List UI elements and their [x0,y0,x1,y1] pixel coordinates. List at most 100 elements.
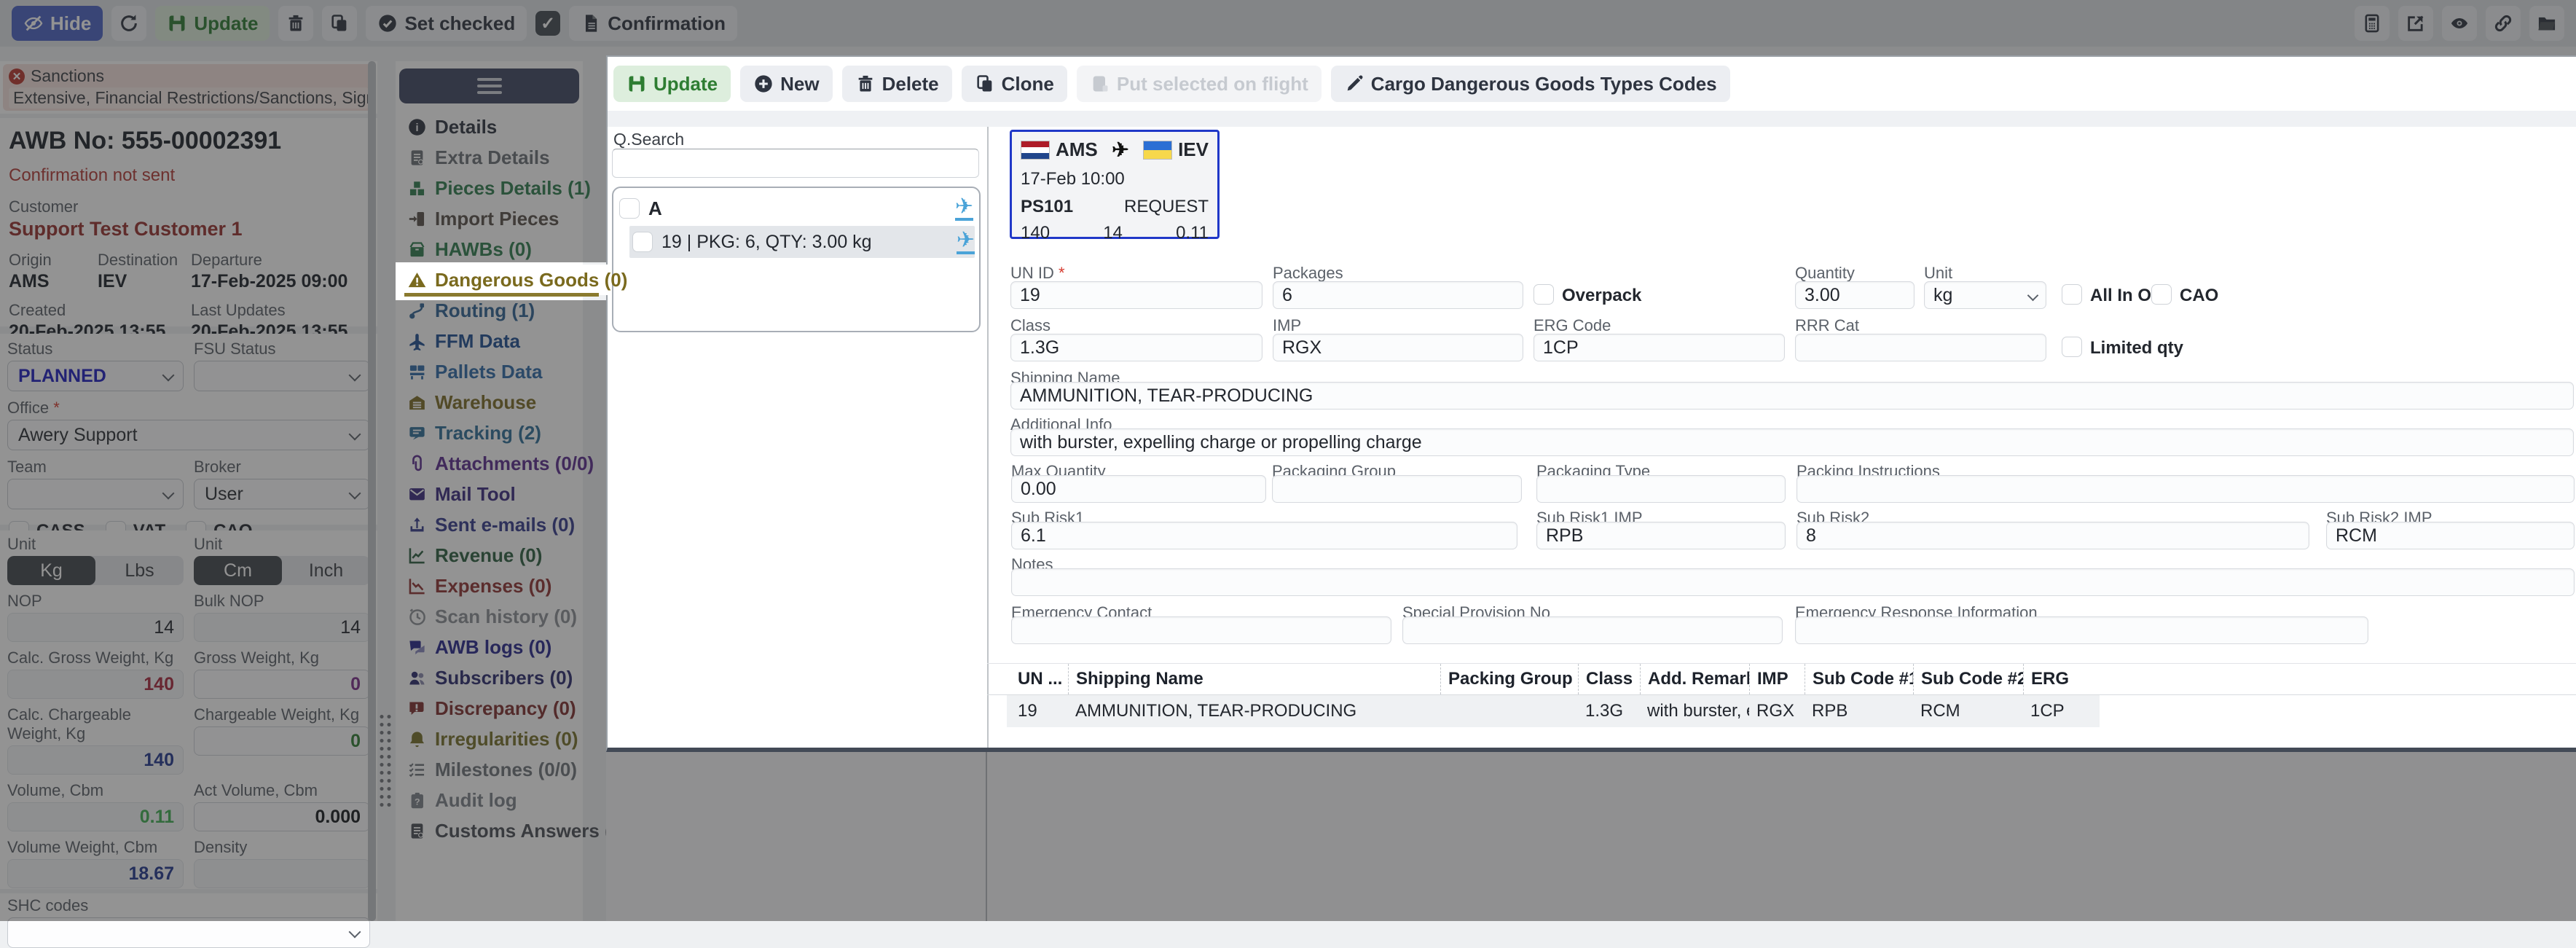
gross-field[interactable]: 0 [194,670,370,699]
dg-clone-button[interactable]: Clone [961,66,1067,102]
dg-delete-button[interactable]: Delete [841,66,952,102]
limited-qty-checkbox[interactable] [2062,337,2082,357]
quantity-input[interactable]: 3.00 [1795,281,1915,309]
customer-value[interactable]: Support Test Customer 1 [9,218,369,240]
view-button[interactable] [2442,6,2477,41]
export-button[interactable] [2398,6,2433,41]
update-button-top[interactable]: Update [155,6,270,41]
emergency-contact-input[interactable] [1011,616,1391,644]
left-panel-scrollbar[interactable] [368,61,376,921]
sub-risk1-input[interactable]: 6.1 [1011,522,1517,549]
nav-item-sent-e-mails-0[interactable]: Sent e-mails (0) [396,509,583,540]
nav-item-customs-answers-0[interactable]: Customs Answers (0) [396,815,628,846]
refresh-button[interactable] [111,6,147,41]
nav-item-pallets-data[interactable]: Pallets Data [396,356,583,387]
dg-group-row[interactable]: A ✈ [619,192,973,224]
additional-info-input[interactable]: with burster, expelling charge or propel… [1010,428,2574,456]
team-select[interactable] [7,479,184,509]
plane-departure-icon[interactable]: ✈ [956,230,975,254]
special-provision-input[interactable] [1402,616,1783,644]
overpack-checkbox[interactable] [1534,284,1554,305]
packaging-type-input[interactable] [1536,475,1786,503]
col-packing-group[interactable]: Packing Group [1440,664,1578,694]
nav-item-extra-details[interactable]: Extra Details [396,142,583,173]
link-button[interactable] [2486,6,2521,41]
col-add-remark[interactable]: Add. Remark [1640,664,1749,694]
bulk-nop-field[interactable]: 14 [194,613,370,642]
dg-new-button[interactable]: New [740,66,833,102]
menu-collapse-button[interactable] [399,68,579,103]
sub-risk1-imp-input[interactable]: RPB [1536,522,1786,549]
packing-instructions-input[interactable] [1796,475,2575,503]
checked-checkbox[interactable]: ✓ [535,11,561,36]
class-input[interactable]: 1.3G [1010,334,1263,361]
cao-form-checkbox[interactable] [2151,284,2172,305]
nav-item-awb-logs-0[interactable]: AWB logs (0) [396,632,583,662]
set-checked-button[interactable]: Set checked [366,6,527,41]
status-select[interactable]: PLANNED [7,361,184,391]
erg-code-input[interactable]: 1CP [1534,334,1785,361]
plane-departure-icon[interactable]: ✈ [954,196,973,221]
nav-item-irregularities-0[interactable]: Irregularities (0) [396,724,583,754]
nav-item-pieces-details-1[interactable]: Pieces Details (1) [396,173,591,203]
density-field[interactable] [194,859,370,888]
col-class[interactable]: Class [1578,664,1640,694]
sanctions-close-icon[interactable]: ✕ [9,68,25,85]
un-id-input[interactable]: 19 [1010,281,1263,309]
nav-item-scan-history-0[interactable]: Scan history (0) [396,601,583,632]
copy-button-top[interactable] [322,6,358,41]
kg-toggle[interactable]: Kg [7,556,95,585]
dim-unit-toggle[interactable]: Cm Inch [194,556,370,585]
nav-item-import-pieces[interactable]: Import Pieces [396,203,583,234]
dg-table-row[interactable]: 19 AMMUNITION, TEAR-PRODUCING 1.3G with … [987,695,2576,727]
nav-item-warehouse[interactable]: Warehouse [396,387,583,418]
nav-item-milestones-0-0[interactable]: Milestones (0/0) [396,754,583,785]
dg-update-button[interactable]: Update [613,66,731,102]
shipping-name-input[interactable]: AMMUNITION, TEAR-PRODUCING [1010,382,2574,410]
rrr-cat-input[interactable] [1795,334,2046,361]
flight-card[interactable]: AMS ✈ IEV 17-Feb 10:00 PS101 REQUEST 140… [1010,130,1220,243]
col-shipping-name[interactable]: Shipping Name [1068,664,1440,694]
emergency-response-input[interactable] [1795,616,2368,644]
packaging-group-input[interactable] [1272,475,1522,503]
nav-item-audit-log[interactable]: ? Audit log [396,785,583,815]
nav-item-routing-1[interactable]: Routing (1) [396,295,583,326]
col-sub-code-2[interactable]: Sub Code #2 [1913,664,2023,694]
nav-item-dangerous-goods-0[interactable]: Dangerous Goods (0) [396,265,627,297]
shc-codes-select[interactable] [7,917,370,948]
col-imp[interactable]: IMP [1749,664,1805,694]
imp-input[interactable]: RGX [1273,334,1523,361]
unit-select[interactable]: kg [1924,281,2046,309]
sub-risk2-input[interactable]: 8 [1796,522,2309,549]
col-erg[interactable]: ERG [2023,664,2081,694]
nav-item-subscribers-0[interactable]: Subscribers (0) [396,662,583,693]
inch-toggle[interactable]: Inch [282,556,370,585]
packages-input[interactable]: 6 [1273,281,1523,309]
notes-input[interactable] [1011,568,2575,596]
confirmation-button[interactable]: Confirmation [569,6,737,41]
nav-item-mail-tool[interactable]: Mail Tool [396,479,583,509]
chargeable-field[interactable]: 0 [194,726,370,756]
calculator-button[interactable] [2355,6,2390,41]
col-sub-code-1[interactable]: Sub Code #1 [1805,664,1913,694]
all-in-one-checkbox[interactable] [2062,284,2082,305]
folder-button[interactable] [2529,6,2564,41]
group-checkbox[interactable] [619,198,640,219]
hide-button[interactable]: Hide [12,6,103,41]
panel-resize-handle[interactable] [378,713,393,807]
delete-button-top[interactable] [278,6,314,41]
nav-item-attachments-0-0[interactable]: Attachments (0/0) [396,448,594,479]
fsu-status-select[interactable] [194,361,370,391]
nav-item-ffm-data[interactable]: FFM Data [396,326,583,356]
sub-risk2-imp-input[interactable]: RCM [2326,522,2575,549]
act-volume-field[interactable]: 0.000 [194,802,370,831]
cargo-dg-codes-button[interactable]: Cargo Dangerous Goods Types Codes [1330,66,1730,102]
item-checkbox[interactable] [632,232,653,252]
qsearch-input[interactable] [612,149,979,178]
nav-item-revenue-0[interactable]: Revenue (0) [396,540,583,571]
max-quantity-input[interactable]: 0.00 [1011,475,1266,503]
nop-field[interactable]: 14 [7,613,184,642]
nav-item-expenses-0[interactable]: Expenses (0) [396,571,583,601]
cm-toggle[interactable]: Cm [194,556,282,585]
nav-item-tracking-2[interactable]: Tracking (2) [396,418,583,448]
